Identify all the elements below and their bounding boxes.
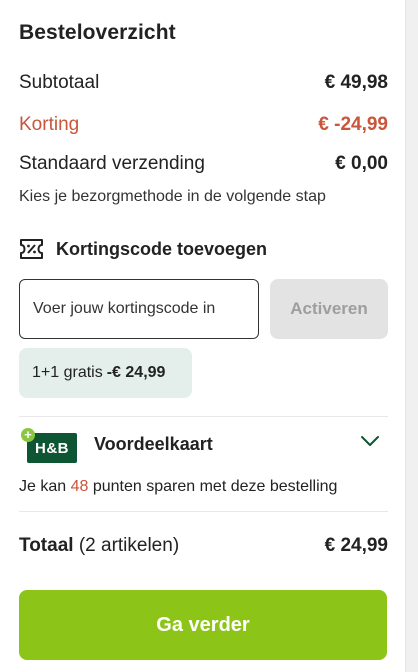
order-summary-title: Besteloverzicht [19,21,176,44]
divider [19,416,388,417]
activate-coupon-button[interactable]: Activeren [270,279,388,339]
total-label: Totaal [19,535,74,556]
total-row: Totaal (2 artikelen) € 24,99 [19,535,388,557]
shipping-value: € 0,00 [335,153,388,174]
continue-button[interactable]: Ga verder [19,590,387,660]
total-value: € 24,99 [324,535,388,556]
discount-row: Korting € -24,99 [19,114,388,136]
loyalty-card-title: Voordeelkaart [94,434,213,454]
discount-value: € -24,99 [318,114,388,135]
applied-discount-label: 1+1 gratis [32,364,103,381]
subtotal-label: Subtotaal [19,72,100,93]
subtotal-value: € 49,98 [324,72,388,93]
order-summary-panel: Besteloverzicht Subtotaal € 49,98 Kortin… [0,0,405,672]
shipping-note: Kies je bezorgmethode in de volgende sta… [19,188,326,205]
divider [19,511,388,512]
chevron-down-icon[interactable] [360,434,380,452]
points-value: 48 [70,478,89,495]
shipping-label: Standaard verzending [19,153,205,174]
loyalty-points-text: Je kan 48 punten sparen met deze bestell… [19,478,337,496]
applied-discount-value: -€ 24,99 [106,364,166,381]
coupon-code-input[interactable] [19,279,259,339]
loyalty-card-section[interactable]: H&B + Voordeelkaart [19,428,388,464]
ticket-percent-icon [19,238,44,260]
points-prefix: Je kan [19,478,67,495]
subtotal-row: Subtotaal € 49,98 [19,72,388,94]
total-label-group: Totaal (2 artikelen) [19,535,179,557]
plus-icon: + [21,428,35,442]
discount-label: Korting [19,114,80,135]
coupon-heading-label: Kortingscode toevoegen [56,238,268,259]
hb-logo: H&B + [21,428,77,464]
coupon-heading[interactable]: Kortingscode toevoegen [19,238,267,260]
total-item-count: (2 artikelen) [78,535,180,556]
scroll-gutter [405,0,418,672]
applied-discount-badge: 1+1 gratis -€ 24,99 [19,348,192,398]
shipping-row: Standaard verzending € 0,00 [19,153,388,175]
points-suffix: punten sparen met deze bestelling [92,478,338,495]
